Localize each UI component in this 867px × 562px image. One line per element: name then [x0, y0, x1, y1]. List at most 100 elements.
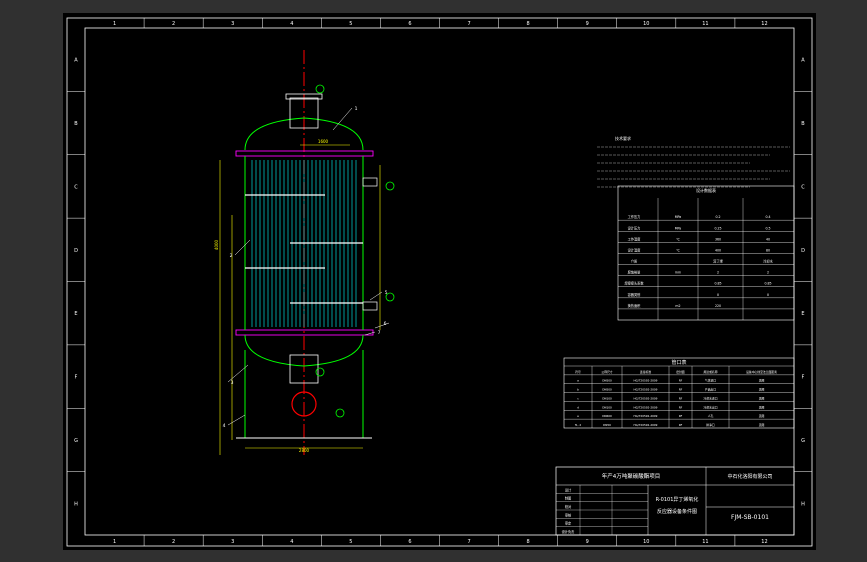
nozzle-cell: DN100 — [602, 396, 612, 400]
zone-col-top: 10 — [643, 21, 649, 27]
design-cell: 0.25 — [714, 226, 721, 230]
zone-row-right: H — [801, 501, 805, 507]
nozzle-cell: DN50 — [603, 423, 611, 427]
zone-col-bottom: 2 — [172, 539, 175, 545]
nozzle-header-cell: 连接标准 — [640, 370, 651, 374]
role-label: 制图 — [565, 496, 571, 501]
zone-row-left: A — [74, 58, 78, 64]
design-cell: 400 — [715, 248, 721, 252]
role-label: 校对 — [565, 504, 572, 509]
notes-heading: 技术要求 — [615, 135, 631, 141]
role-label: 审定 — [565, 521, 572, 526]
nozzle-cell: 见图 — [759, 423, 765, 427]
zone-row-left: G — [74, 438, 78, 444]
zone-col-bottom: 9 — [586, 539, 589, 545]
design-cell: 2 — [767, 271, 769, 275]
drawing-number: FJM-SB-0101 — [731, 514, 769, 521]
part-label: 7 — [378, 330, 381, 336]
zone-row-right: F — [802, 375, 805, 381]
design-cell: II — [767, 293, 769, 297]
part-label: 1 — [355, 106, 358, 112]
nozzle-cell: DN500 — [602, 388, 612, 392]
design-cell: m2 — [675, 304, 680, 308]
design-cell: 2 — [717, 271, 719, 275]
design-cell: 0.85 — [764, 282, 771, 286]
cad-drawing-canvas: 1 1 2 2 3 3 4 4 5 5 6 6 7 7 8 8 9 9 10 10 11 11 12 12 A A B B C C D D E E… — [0, 0, 867, 562]
zone-col-top: 6 — [408, 21, 411, 27]
nozzle-cell: HG/T20592-2009 — [634, 405, 658, 409]
part-label: 6 — [384, 321, 387, 327]
nozzle-cell: HG/T20592-2009 — [634, 396, 658, 400]
design-table-title: 设计数据表 — [696, 187, 716, 193]
role-label: 设计负责 — [562, 529, 575, 534]
nozzle-cell: RF — [679, 414, 683, 418]
design-cell: 介质 — [631, 259, 638, 264]
design-cell: 80 — [766, 248, 770, 252]
zone-row-left: B — [74, 121, 78, 127]
part-label: 3 — [231, 380, 234, 386]
role-label: 审核 — [565, 512, 572, 517]
design-cell: II — [717, 293, 719, 297]
design-cell: MPa — [675, 226, 682, 230]
drawing-sheet — [63, 13, 816, 550]
zone-col-bottom: 1 — [113, 539, 116, 545]
zone-col-top: 5 — [349, 21, 352, 27]
nozzle-cell: HG/T20592-2009 — [634, 388, 658, 392]
nozzle-table-title: 管口表 — [671, 359, 686, 366]
nozzle-cell: RF — [679, 388, 683, 392]
design-cell: 0.85 — [714, 282, 721, 286]
nozzle-cell: 见图 — [759, 414, 765, 418]
design-cell: MPa — [675, 215, 682, 219]
part-label: 5 — [385, 290, 388, 296]
dim-tube-length: 4000 — [214, 239, 219, 250]
design-cell: 0.2 — [715, 215, 720, 219]
nozzle-cell: 气体进口 — [705, 379, 716, 383]
nozzle-cell: 见图 — [759, 405, 765, 409]
nozzle-cell: HG/T20592-2009 — [634, 423, 658, 427]
zone-col-top: 11 — [702, 21, 708, 27]
dim-overall-width: 2800 — [299, 448, 310, 453]
nozzle-cell: DN500 — [602, 379, 612, 383]
design-cell: 设计温度 — [628, 247, 642, 252]
design-cell: 工作压力 — [628, 214, 641, 219]
design-cell: 工作温度 — [628, 236, 642, 241]
zone-row-right: E — [801, 311, 804, 317]
design-cell: 40 — [766, 237, 770, 241]
zone-row-left: F — [75, 375, 78, 381]
zone-row-left: D — [74, 248, 78, 254]
zone-col-top: 8 — [527, 21, 530, 27]
part-label: 2 — [230, 253, 233, 259]
design-cell: 设计压力 — [628, 225, 641, 230]
nozzle-cell: RF — [679, 405, 683, 409]
nozzle-cell: b — [577, 388, 579, 392]
zone-col-bottom: 3 — [231, 539, 234, 545]
design-cell: 焊接接头系数 — [624, 281, 644, 286]
dim-shell-width: 1600 — [318, 139, 329, 144]
nozzle-cell: HG/T20592-2009 — [634, 379, 658, 383]
project-name: 年产4万吨聚碳酸酯项目 — [602, 472, 661, 480]
zone-col-top: 1 — [113, 21, 116, 27]
zone-col-bottom: 11 — [702, 539, 708, 545]
design-cell: 0.5 — [765, 226, 770, 230]
nozzle-cell: 排净口 — [706, 423, 715, 427]
nozzle-cell: RF — [679, 379, 683, 383]
zone-col-bottom: 5 — [349, 539, 352, 545]
design-cell: 220 — [715, 304, 721, 308]
nozzle-cell: DN100 — [602, 405, 612, 409]
design-cell: 360 — [715, 237, 721, 241]
zone-row-right: A — [801, 58, 805, 64]
nozzle-cell: RF — [679, 423, 683, 427]
design-cell: 冷却水 — [763, 259, 773, 264]
nozzle-header-cell: 公称尺寸 — [601, 370, 612, 374]
company-name: 中石化洛阳有限公司 — [727, 473, 772, 480]
nozzle-cell: e — [577, 414, 579, 418]
nozzle-cell: 见图 — [759, 388, 765, 392]
role-label: 设计 — [565, 487, 572, 492]
nozzle-cell: 冷却水出口 — [704, 405, 718, 409]
zone-col-top: 9 — [586, 21, 589, 27]
design-cell: 换热面积 — [628, 303, 642, 308]
zone-col-top: 2 — [172, 21, 175, 27]
nozzle-cell: DN600 — [602, 414, 612, 418]
design-cell: 容器类别 — [628, 292, 641, 297]
zone-col-top: 3 — [231, 21, 234, 27]
